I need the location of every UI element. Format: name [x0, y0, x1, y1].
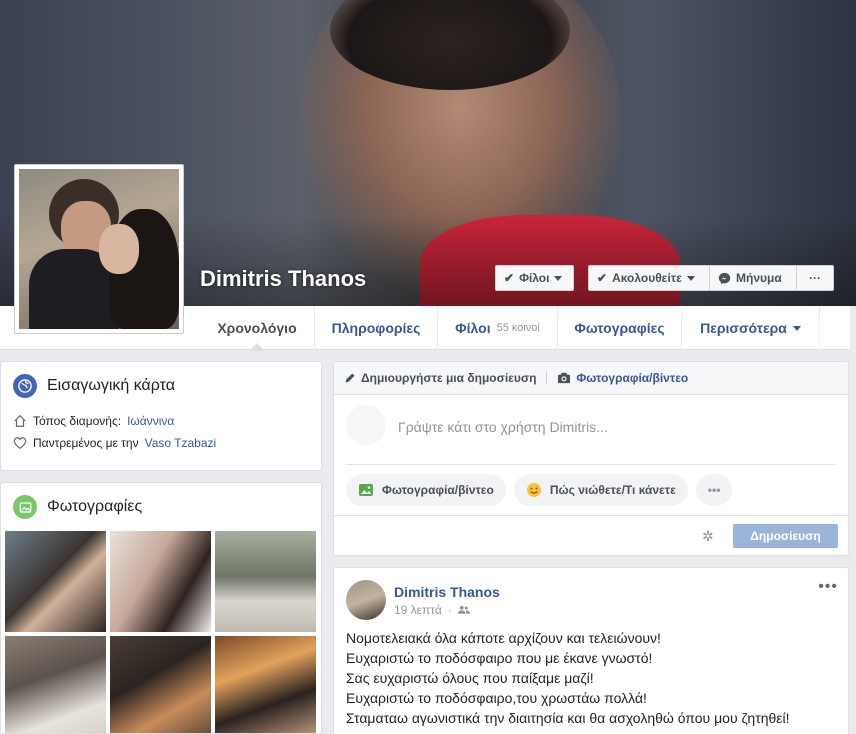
post-line: Σας ευχαριστώ όλους που παίξαμε μαζί!	[346, 670, 594, 686]
composer-footer: ✲ Δημοσίευση	[334, 515, 848, 555]
tab-photos-label: Φωτογραφίες	[574, 320, 665, 336]
lives-in-link[interactable]: Ιωάννινα	[127, 414, 174, 428]
photo-thumbnail[interactable]	[110, 636, 211, 733]
composer-placeholder[interactable]: Γράψτε κάτι στο χρήστη Dimitris...	[398, 419, 608, 435]
post-meta: 19 λεπτά ·	[394, 603, 470, 617]
post-composer: Δημιουργήστε μια δημοσίευση Φωτογραφία/β…	[333, 361, 849, 556]
tab-friends-label: Φίλοι	[455, 320, 491, 336]
profile-picture-image	[19, 169, 179, 329]
photo-thumbnail[interactable]	[5, 636, 106, 733]
dot-separator: ·	[447, 603, 452, 617]
post-card: Dimitris Thanos 19 λεπτά · ••• Νομοτελει…	[333, 567, 849, 734]
post-options-button[interactable]: •••	[818, 578, 838, 596]
lives-in-row: Τόπος διαμονής: Ιωάννινα	[1, 410, 321, 432]
photo-video-tab[interactable]: Φωτογραφία/βίντεο	[557, 371, 688, 385]
photos-title: Φωτογραφίες	[47, 498, 143, 515]
friends-button-label: Φίλοι	[519, 271, 550, 285]
post-line: Σταματαω αγωνιστικά την διαιτησία και θα…	[346, 710, 790, 726]
chevron-down-icon	[554, 275, 563, 281]
messenger-icon	[718, 272, 731, 284]
create-post-tab[interactable]: Δημιουργήστε μια δημοσίευση	[344, 371, 536, 385]
friends-button[interactable]: ✔ Φίλοι	[495, 265, 574, 291]
post-author-name[interactable]: Dimitris Thanos	[394, 584, 500, 600]
tab-about-label: Πληροφορίες	[331, 320, 421, 336]
smiley-icon	[526, 483, 541, 497]
pencil-icon	[345, 373, 355, 383]
photo-thumbnail[interactable]	[110, 531, 211, 632]
composer-more-pill[interactable]: •••	[695, 474, 733, 506]
follow-button-label: Ακολουθείτε	[612, 271, 682, 285]
relationship-row: Παντρεμένος με την Vaso Tzabazi	[1, 432, 321, 454]
camera-icon	[558, 372, 571, 384]
post-body: Νομοτελειακά όλα κάποτε αρχίζουν και τελ…	[346, 628, 790, 728]
tab-photos[interactable]: Φωτογραφίες	[558, 306, 682, 350]
create-post-label: Δημιουργήστε μια δημοσίευση	[361, 371, 537, 385]
avatar-figure-2-face	[99, 224, 139, 274]
feeling-pill[interactable]: Πώς νιώθετε/Τι κάνετε	[513, 474, 688, 506]
tab-more-label: Περισσότερα	[700, 320, 787, 336]
post-line: Ευχαριστώ το ποδόσφαιρο που με έκανε γνω…	[346, 650, 653, 666]
message-button-label: Μήνυμα	[736, 271, 782, 285]
home-icon	[14, 414, 26, 427]
post-line: Νομοτελειακά όλα κάποτε αρχίζουν και τελ…	[346, 630, 661, 646]
tab-timeline[interactable]: Χρονολόγιο	[200, 306, 315, 351]
chevron-down-icon	[792, 325, 801, 331]
photo-thumbnail[interactable]	[215, 636, 316, 733]
mutual-friends-count: 55 κοινοί	[496, 322, 540, 334]
check-icon: ✔	[597, 271, 608, 285]
partner-link[interactable]: Vaso Tzabazi	[145, 436, 217, 450]
composer-avatar	[346, 405, 386, 445]
photo-thumbnail[interactable]	[5, 531, 106, 632]
more-icon: •••	[707, 483, 721, 497]
heart-icon	[13, 437, 27, 449]
photo-icon	[359, 484, 373, 496]
tab-friends[interactable]: Φίλοι 55 κοινοί	[438, 306, 558, 350]
follow-button[interactable]: ✔ Ακολουθείτε	[588, 265, 710, 291]
tab-timeline-label: Χρονολόγιο	[217, 320, 297, 336]
post-timestamp[interactable]: 19 λεπτά	[394, 603, 442, 617]
photo-icon	[13, 495, 37, 519]
publish-button[interactable]: Δημοσίευση	[733, 524, 838, 548]
photos-card: Φωτογραφίες	[0, 482, 322, 734]
cover-more-button[interactable]: ···	[797, 265, 834, 291]
photo-video-pill-label: Φωτογραφία/βίντεο	[382, 483, 494, 497]
chevron-down-icon	[686, 275, 695, 281]
photo-thumbnail[interactable]	[215, 531, 316, 632]
intro-title: Εισαγωγική κάρτα	[47, 377, 176, 394]
photo-video-pill[interactable]: Φωτογραφία/βίντεο	[346, 474, 506, 506]
check-icon: ✔	[504, 271, 515, 285]
post-line: Ευχαριστώ το ποδόσφαιρο,του χρωστάω πολλ…	[346, 690, 647, 706]
composer-input-area[interactable]: Γράψτε κάτι στο χρήστη Dimitris...	[346, 395, 836, 465]
divider	[546, 371, 548, 385]
tab-about[interactable]: Πληροφορίες	[315, 306, 438, 350]
globe-icon	[13, 374, 37, 398]
tab-more[interactable]: Περισσότερα	[682, 306, 820, 350]
photo-video-label: Φωτογραφία/βίντεο	[576, 371, 689, 385]
feeling-pill-label: Πώς νιώθετε/Τι κάνετε	[549, 483, 676, 497]
more-icon: ···	[809, 271, 821, 285]
message-button[interactable]: Μήνυμα	[710, 265, 797, 291]
lives-in-prefix: Τόπος διαμονής:	[33, 414, 122, 428]
intro-card: Εισαγωγική κάρτα Τόπος διαμονής: Ιωάννιν…	[0, 361, 322, 471]
profile-name[interactable]: Dimitris Thanos	[200, 266, 366, 292]
post-author-avatar[interactable]	[346, 580, 386, 620]
friends-audience-icon[interactable]	[457, 605, 470, 615]
relationship-prefix: Παντρεμένος με την	[33, 436, 139, 450]
profile-picture[interactable]	[14, 164, 184, 334]
gear-icon[interactable]: ✲	[702, 528, 714, 545]
